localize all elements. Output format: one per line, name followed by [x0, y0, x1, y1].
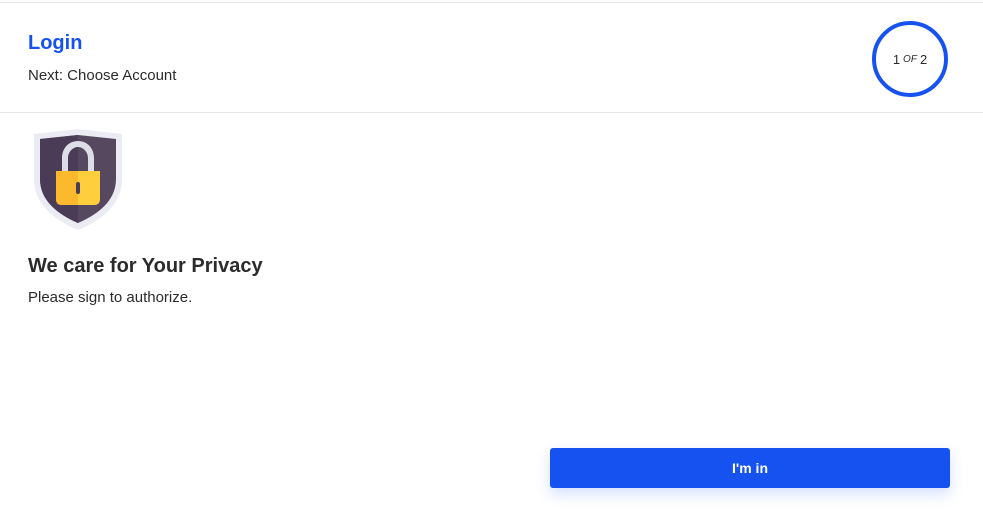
step-header: Login Next: Choose Account 1 OF 2: [0, 3, 983, 113]
privacy-title: We care for Your Privacy: [28, 255, 263, 277]
im-in-button[interactable]: I'm in: [550, 448, 950, 488]
shield-lock-icon: [34, 129, 122, 230]
total-steps-number: 2: [919, 51, 928, 67]
step-title: Login: [28, 32, 83, 54]
privacy-description: Please sign to authorize.: [28, 289, 193, 306]
login-page: Login Next: Choose Account 1 OF 2 We car…: [0, 0, 983, 514]
current-step-number: 1: [892, 51, 901, 67]
next-step-label: Next: Choose Account: [28, 67, 177, 84]
step-progress-indicator: 1 OF 2: [872, 21, 948, 97]
step-of-label: OF: [903, 53, 917, 65]
